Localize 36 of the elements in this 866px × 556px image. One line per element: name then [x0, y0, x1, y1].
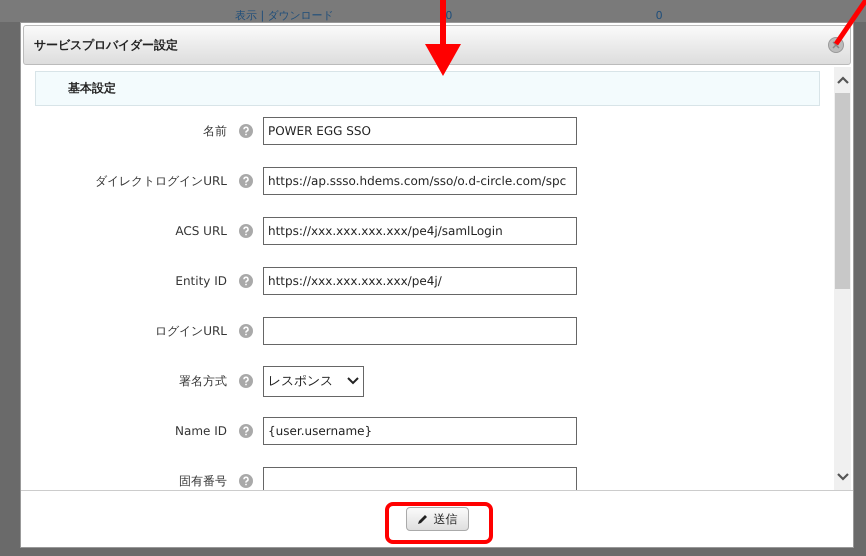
help-icon[interactable] — [239, 174, 253, 188]
field-label: Entity ID — [174, 274, 227, 288]
input-field[interactable] — [263, 317, 577, 345]
submit-button[interactable]: 送信 — [406, 507, 468, 531]
help-icon[interactable] — [239, 224, 253, 238]
table-cell-text: 0 — [445, 9, 454, 22]
input-field[interactable]: POWER EGG SSO — [263, 117, 577, 145]
field-label: 固有番号 — [178, 472, 227, 490]
scroll-down-icon[interactable] — [836, 472, 848, 482]
input-field[interactable]: {user.username} — [263, 417, 577, 445]
signature-select[interactable]: レスポンス — [263, 366, 364, 396]
field-label: ログインURL — [154, 322, 227, 340]
help-icon[interactable] — [239, 374, 253, 388]
help-icon[interactable] — [239, 324, 253, 338]
input-field[interactable]: https://xxx.xxx.xxx.xxx/pe4j/ — [263, 267, 577, 295]
dialog-title: サービスプロバイダー設定 — [34, 36, 178, 54]
help-icon[interactable] — [239, 424, 253, 438]
field-label: ACS URL — [174, 224, 227, 238]
input-field[interactable] — [263, 467, 577, 490]
pencil-icon — [416, 513, 428, 525]
scroll-up-icon[interactable] — [836, 75, 848, 85]
field-label: ダイレクトログインURL — [94, 172, 227, 190]
help-icon[interactable] — [239, 274, 253, 288]
table-cell-text: 0 — [656, 9, 664, 22]
caret-icon — [347, 377, 359, 385]
field-label: Name ID — [174, 424, 227, 438]
input-field[interactable]: https://xxx.xxx.xxx.xxx/pe4j/samlLogin — [263, 217, 577, 245]
field-label: 署名方式 — [178, 372, 227, 390]
scrollbar[interactable] — [834, 67, 851, 490]
input-field[interactable]: https://ap.ssso.hdems.com/sso/o.d-circle.com/spc — [263, 167, 577, 195]
table-cell-text: 表示 | ダウンロード — [235, 9, 335, 22]
field-label: 名前 — [202, 122, 227, 140]
close-icon[interactable] — [828, 37, 844, 53]
help-icon[interactable] — [239, 474, 253, 488]
section-header: 基本設定 — [35, 71, 820, 106]
help-icon[interactable] — [239, 124, 253, 138]
